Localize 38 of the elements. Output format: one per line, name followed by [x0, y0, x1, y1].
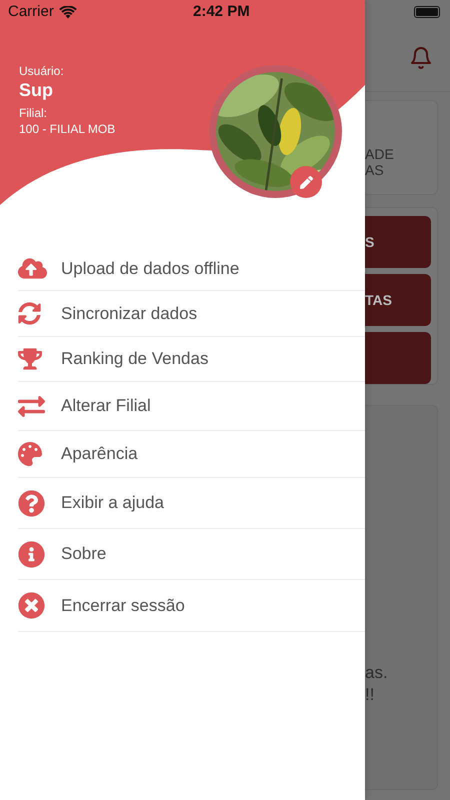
trophy-icon [18, 347, 42, 371]
card-text: AS [365, 162, 385, 178]
menu-item-label: Encerrar sessão [61, 594, 185, 617]
palette-icon [18, 442, 42, 466]
menu-item-label: Sobre [61, 543, 106, 566]
user-name: Sup [19, 79, 54, 102]
close-icon [18, 592, 45, 619]
card-text: ADE [365, 146, 395, 162]
menu-item-label: Ranking de Vendas [61, 348, 208, 370]
user-label: Usuário: [19, 64, 65, 78]
wifi-icon [58, 6, 77, 18]
menu-item[interactable]: Encerrar sessão [18, 580, 365, 632]
menu-item[interactable]: Alterar Filial [18, 382, 365, 431]
menu-item-label: Upload de dados offline [61, 258, 240, 280]
menu-item[interactable]: Sobre [18, 529, 365, 580]
help-icon [18, 490, 45, 516]
menu-item-label: Aparência [61, 443, 138, 466]
battery-icon [414, 6, 440, 18]
action-button[interactable]: S [365, 216, 431, 268]
branch-label: Filial: [19, 106, 48, 120]
menu-item[interactable]: Upload de dados offline [18, 247, 365, 291]
menu-item[interactable]: Exibir a ajuda [18, 478, 365, 529]
menu-item[interactable]: Aparência [18, 431, 365, 478]
message-text: as. [365, 662, 389, 684]
menu-item[interactable]: Ranking de Vendas [18, 337, 365, 382]
action-button[interactable]: TAS [365, 274, 431, 326]
carrier-label: Carrier [8, 2, 54, 22]
menu-item[interactable]: Sincronizar dados [18, 291, 365, 337]
info-icon [18, 540, 45, 568]
pencil-icon [300, 176, 312, 188]
menu-item-label: Sincronizar dados [61, 302, 198, 325]
bell-icon[interactable] [409, 46, 433, 70]
menu-item-label: Exibir a ajuda [61, 492, 164, 514]
sync-icon [18, 302, 41, 325]
message-text: !! [365, 684, 376, 706]
branch-value: 100 - FILIAL MOB [19, 121, 116, 138]
menu-item-label: Alterar Filial [61, 395, 151, 418]
clock: 2:42 PM [193, 2, 250, 22]
